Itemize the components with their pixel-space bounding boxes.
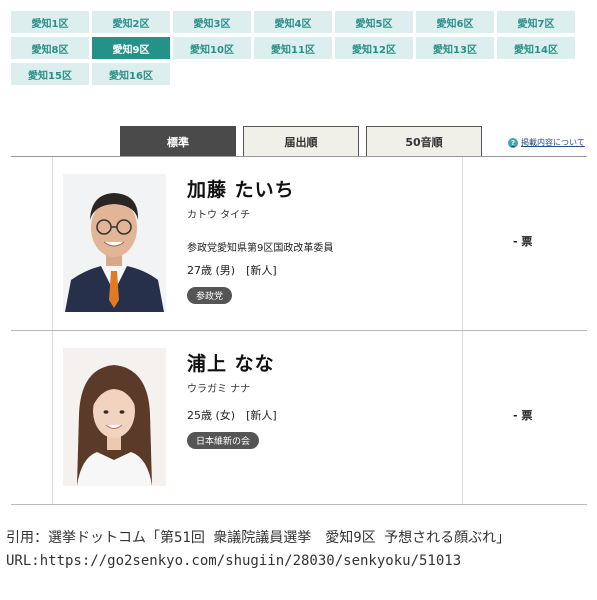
district-tab-aichi-16[interactable]: 愛知16区 xyxy=(92,63,170,85)
tab-sort-standard[interactable]: 標準 xyxy=(120,126,236,156)
candidate-age-status: 25歳 (女) [新人] xyxy=(187,409,277,422)
candidate-age-status: 27歳 (男) [新人] xyxy=(187,264,277,277)
district-tab-aichi-1[interactable]: 愛知1区 xyxy=(11,11,89,33)
district-tab-aichi-15[interactable]: 愛知15区 xyxy=(11,63,89,85)
district-tab-list: 愛知1区 愛知2区 愛知3区 愛知4区 愛知5区 愛知6区 愛知7区 愛知8区 … xyxy=(11,11,588,89)
tab-sort-kana-order[interactable]: 50音順 xyxy=(366,126,482,156)
party-badge: 日本維新の会 xyxy=(187,432,260,449)
source-citation: 引用：選挙ドットコム「第51回 衆議院議員選挙 愛知9区 予想される顔ぶれ」 U… xyxy=(6,527,596,573)
candidate-row: 浦上 なな ウラガミ ナナ 25歳 (女) [新人] 日本維新の会 - 票 xyxy=(11,331,587,505)
column-divider xyxy=(52,331,53,504)
candidate-row: 加藤 たいち カトウ タイチ 参政党愛知県第9区国政改革委員 27歳 (男) [… xyxy=(11,157,587,331)
tab-sort-filing-order[interactable]: 届出順 xyxy=(243,126,359,156)
district-tab-aichi-14[interactable]: 愛知14区 xyxy=(497,37,575,59)
district-tab-aichi-4[interactable]: 愛知4区 xyxy=(254,11,332,33)
candidate-portrait-image xyxy=(63,348,166,486)
column-divider xyxy=(462,157,463,330)
citation-source-line: 引用：選挙ドットコム「第51回 衆議院議員選挙 愛知9区 予想される顔ぶれ」 xyxy=(6,530,511,546)
candidate-info: 浦上 なな ウラガミ ナナ 25歳 (女) [新人] 日本維新の会 xyxy=(187,349,277,449)
candidate-name[interactable]: 加藤 たいち xyxy=(187,175,333,202)
candidate-kana: ウラガミ ナナ xyxy=(187,384,251,395)
citation-url-line[interactable]: URL:https://go2senkyo.com/shugiin/28030/… xyxy=(6,550,596,573)
vote-count: - 票 xyxy=(513,409,533,422)
district-tab-aichi-13[interactable]: 愛知13区 xyxy=(416,37,494,59)
district-tab-aichi-8[interactable]: 愛知8区 xyxy=(11,37,89,59)
district-tab-aichi-2[interactable]: 愛知2区 xyxy=(92,11,170,33)
district-tab-aichi-3[interactable]: 愛知3区 xyxy=(173,11,251,33)
column-divider xyxy=(462,331,463,504)
district-tab-aichi-12[interactable]: 愛知12区 xyxy=(335,37,413,59)
district-tab-aichi-6[interactable]: 愛知6区 xyxy=(416,11,494,33)
candidate-name[interactable]: 浦上 なな xyxy=(187,349,277,376)
district-tab-aichi-7[interactable]: 愛知7区 xyxy=(497,11,575,33)
column-divider xyxy=(52,157,53,330)
about-content-label: 掲載内容について xyxy=(521,138,585,147)
candidate-table: 加藤 たいち カトウ タイチ 参政党愛知県第9区国政改革委員 27歳 (男) [… xyxy=(11,156,587,505)
district-tab-aichi-10[interactable]: 愛知10区 xyxy=(173,37,251,59)
about-content-link[interactable]: ? 掲載内容について xyxy=(508,137,585,148)
question-icon: ? xyxy=(508,137,518,148)
district-tab-aichi-9[interactable]: 愛知9区 xyxy=(92,37,170,59)
sort-tab-list: 標準 届出順 50音順 xyxy=(120,126,489,156)
candidate-portrait-image xyxy=(63,174,166,312)
candidate-photo[interactable] xyxy=(63,174,166,312)
candidate-photo[interactable] xyxy=(63,348,166,486)
candidate-position: 参政党愛知県第9区国政改革委員 xyxy=(187,243,334,254)
district-tab-aichi-5[interactable]: 愛知5区 xyxy=(335,11,413,33)
party-badge: 参政党 xyxy=(187,287,233,304)
vote-count: - 票 xyxy=(513,235,533,248)
candidate-info: 加藤 たいち カトウ タイチ 参政党愛知県第9区国政改革委員 27歳 (男) [… xyxy=(187,175,333,304)
district-tab-aichi-11[interactable]: 愛知11区 xyxy=(254,37,332,59)
candidate-kana: カトウ タイチ xyxy=(187,210,251,221)
